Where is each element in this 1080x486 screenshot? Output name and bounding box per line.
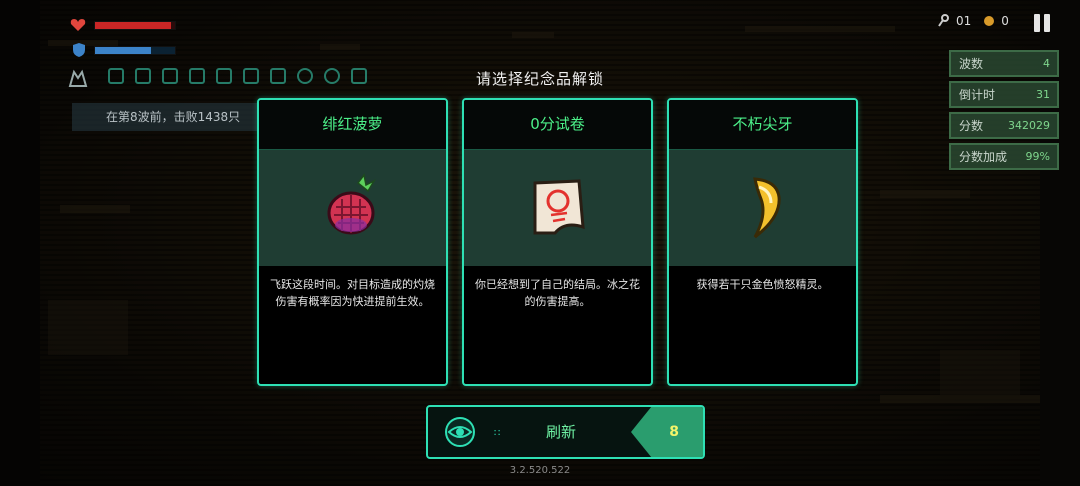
stat-label: 分数加成 [959, 150, 1008, 164]
health-bar [94, 20, 176, 30]
card-description: 获得若干只金色愤怒精灵。 [696, 278, 829, 291]
shield-bar-fill [95, 46, 151, 54]
wave-objective-banner: 在第8波前，击败1438只 [72, 103, 262, 131]
card-description: 你已经想到了自己的结局。冰之花的伤害提高。 [475, 278, 640, 308]
souvenir-card-1[interactable]: 绯红菠萝 飞跃这段时间。对目标造成的灼烧伤害有概率因为快进提前生效。 [257, 98, 448, 386]
version-label: 3.2.520.522 [509, 465, 571, 476]
health-bar-fill [95, 21, 171, 29]
pause-button[interactable] [1034, 14, 1050, 32]
stat-value: 99% [1025, 150, 1050, 163]
crimson-pineapple-icon [327, 173, 376, 235]
refresh-label: 刷新 [546, 423, 577, 441]
card-description: 飞跃这段时间。对目标造成的灼烧伤害有概率因为快进提前生效。 [270, 278, 435, 308]
coin-count: 0 [1001, 14, 1009, 28]
shield-row [72, 42, 176, 58]
refresh-eye-icon [445, 417, 475, 447]
card-art [669, 150, 856, 266]
refresh-button[interactable]: ∷ 刷新 8 [426, 405, 705, 459]
stat-value: 342029 [1008, 119, 1050, 132]
card-art [464, 150, 651, 266]
card-title: 0分试卷 [464, 100, 651, 150]
coin-icon [984, 16, 995, 26]
refresh-dots-decoration: ∷ [494, 428, 502, 439]
card-title: 绯红菠萝 [259, 100, 446, 150]
refresh-count: 8 [669, 424, 679, 440]
stat-value: 31 [1036, 88, 1050, 101]
stat-label: 分数 [959, 119, 984, 133]
selection-title: 请选择纪念品解锁 [475, 70, 604, 88]
refresh-count-badge [631, 407, 703, 457]
key-count: 01 [956, 14, 972, 28]
card-art [259, 150, 446, 266]
resource-counter: 01 0 [938, 14, 1009, 28]
immortal-fang-icon [752, 177, 781, 239]
stat-score-bonus: 分数加成 99% [949, 143, 1059, 170]
health-row [70, 18, 176, 32]
zero-score-paper-icon [533, 179, 585, 235]
shield-bar [94, 45, 176, 55]
stat-score: 分数 342029 [949, 112, 1059, 139]
heart-icon [70, 19, 86, 31]
key-icon [938, 14, 949, 27]
souvenir-card-3[interactable]: 不朽尖牙 获得若干只金色愤怒精灵。 [667, 98, 858, 386]
shield-icon [73, 43, 85, 57]
card-title: 不朽尖牙 [669, 100, 856, 150]
souvenir-card-2[interactable]: 0分试卷 你已经想到了自己的结局。冰之花的伤害提高。 [462, 98, 653, 386]
